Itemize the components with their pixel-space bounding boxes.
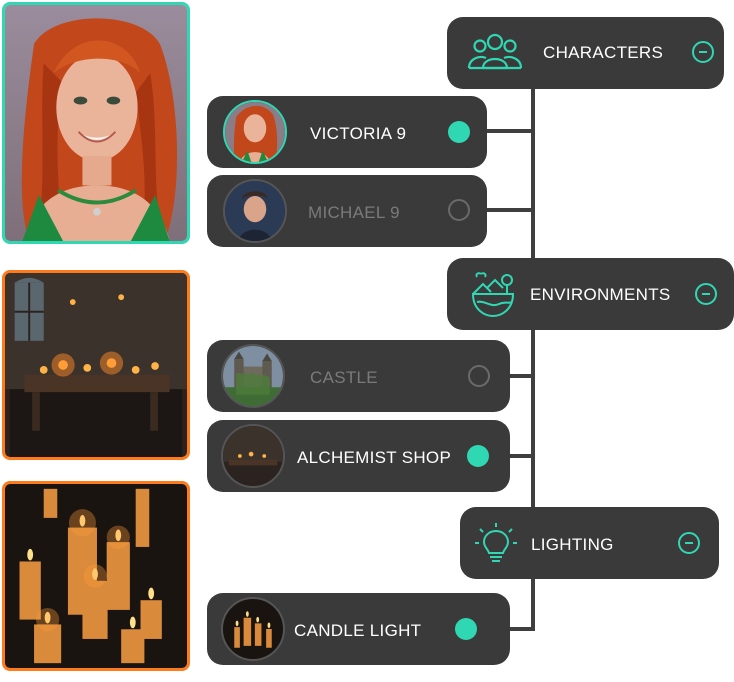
tree-connector-victoria <box>485 129 533 133</box>
alchemist-shop-thumbnail <box>221 424 285 488</box>
character-item-michael[interactable]: MICHAEL 9 <box>207 175 487 247</box>
michael-label: MICHAEL 9 <box>308 203 400 222</box>
collapse-lighting-button[interactable] <box>678 532 700 554</box>
michael-avatar <box>223 179 287 243</box>
victoria-radio[interactable] <box>448 121 470 143</box>
victoria-label: VICTORIA 9 <box>310 124 407 143</box>
candle-light-label: CANDLE LIGHT <box>294 621 422 640</box>
candle-light-preview-image <box>2 481 190 671</box>
alchemist-shop-preview-image <box>2 270 190 460</box>
category-environments[interactable]: ENVIRONMENTS <box>447 258 734 330</box>
tree-connector-castle <box>508 374 533 378</box>
lighting-item-candle-light[interactable]: CANDLE LIGHT <box>207 593 510 665</box>
candle-light-radio[interactable] <box>455 618 477 640</box>
castle-radio[interactable] <box>468 365 490 387</box>
character-preview-image <box>2 2 190 244</box>
category-environments-label: ENVIRONMENTS <box>530 285 671 304</box>
tree-connector-candle <box>508 627 533 631</box>
landscape-icon <box>471 272 515 318</box>
environment-item-alchemist-shop[interactable]: ALCHEMIST SHOP <box>207 420 510 492</box>
michael-radio[interactable] <box>448 199 470 221</box>
collapse-characters-button[interactable] <box>692 41 714 63</box>
alchemist-shop-label: ALCHEMIST SHOP <box>297 448 452 467</box>
people-icon <box>467 33 523 70</box>
category-characters-label: CHARACTERS <box>543 43 664 62</box>
lightbulb-icon <box>475 523 517 562</box>
category-lighting[interactable]: LIGHTING <box>460 507 719 579</box>
category-characters[interactable]: CHARACTERS <box>447 17 724 89</box>
environment-item-castle[interactable]: CASTLE <box>207 340 510 412</box>
candle-light-thumbnail <box>221 597 285 661</box>
alchemist-shop-radio[interactable] <box>467 445 489 467</box>
tree-connector-alchemist <box>508 454 533 458</box>
category-lighting-label: LIGHTING <box>531 535 614 554</box>
victoria-avatar <box>223 100 287 164</box>
tree-connector-michael <box>485 208 533 212</box>
castle-label: CASTLE <box>310 368 378 387</box>
castle-thumbnail <box>221 344 285 408</box>
character-item-victoria[interactable]: VICTORIA 9 <box>207 96 487 168</box>
collapse-environments-button[interactable] <box>695 283 717 305</box>
